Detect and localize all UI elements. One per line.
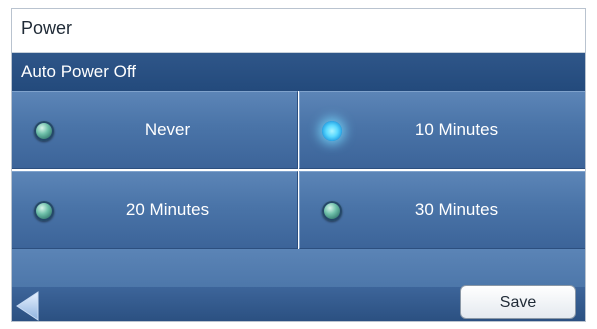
option-label: 20 Minutes <box>125 200 210 219</box>
page-title: Power <box>21 18 73 38</box>
empty-row <box>12 249 585 287</box>
option-label: 30 Minutes <box>414 200 499 219</box>
left-triangle-icon <box>16 291 39 321</box>
options-grid: Never 10 Minutes 20 Minutes 30 Minutes <box>12 91 585 249</box>
section-title: Auto Power Off <box>21 62 136 81</box>
option-label: Never <box>144 120 191 139</box>
section-header: Auto Power Off <box>12 53 585 91</box>
title-bar: Power <box>12 9 585 53</box>
option-20-minutes[interactable]: 20 Minutes <box>12 171 298 249</box>
option-never[interactable]: Never <box>12 91 298 169</box>
option-30-minutes[interactable]: 30 Minutes <box>299 171 585 249</box>
power-settings-window: Power Auto Power Off Never 10 Minutes 20… <box>11 8 586 322</box>
bottom-toolbar: Save <box>12 285 585 321</box>
option-label: 10 Minutes <box>414 120 499 139</box>
back-button[interactable] <box>12 287 52 321</box>
save-button[interactable]: Save <box>460 285 576 319</box>
option-10-minutes[interactable]: 10 Minutes <box>299 91 585 169</box>
